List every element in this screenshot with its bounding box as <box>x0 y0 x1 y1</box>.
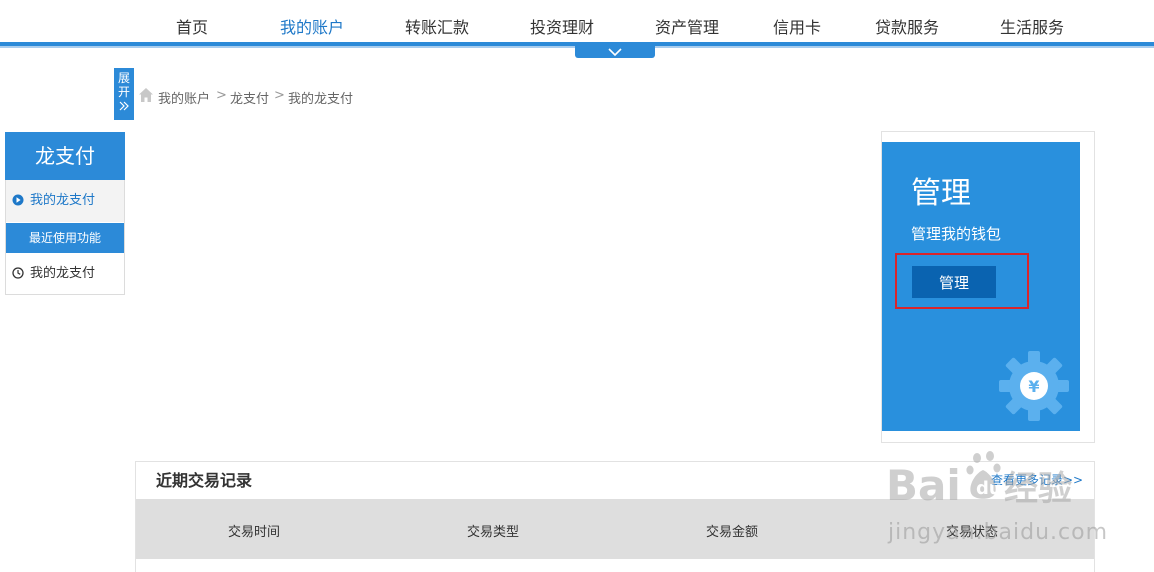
breadcrumb-my-long-pay: 我的龙支付 <box>288 92 354 107</box>
svg-text:¥: ¥ <box>1028 377 1039 396</box>
expand-label: 展开 <box>118 71 131 99</box>
breadcrumb-separator: > <box>274 88 285 103</box>
top-navigation: 首页 我的账户 转账汇款 投资理财 资产管理 信用卡 贷款服务 生活服务 <box>0 0 1154 58</box>
column-header-time: 交易时间 <box>228 525 281 540</box>
nav-item-my-account[interactable]: 我的账户 <box>280 14 344 38</box>
highlight-box <box>895 253 1029 309</box>
column-header-type: 交易类型 <box>467 525 520 540</box>
gear-yuan-icon: ¥ <box>999 351 1069 421</box>
double-chevron-right-icon <box>119 101 129 111</box>
sidebar-item-label: 我的龙支付 <box>30 266 96 281</box>
nav-item-home[interactable]: 首页 <box>176 14 208 38</box>
sidebar-section-recent: 最近使用功能 <box>6 223 124 253</box>
column-header-status: 交易状态 <box>946 525 999 540</box>
sidebar-item-my-long-pay[interactable]: 我的龙支付 <box>6 180 124 222</box>
breadcrumb-long-pay[interactable]: 龙支付 <box>230 88 269 107</box>
nav-item-asset-management[interactable]: 资产管理 <box>655 14 719 38</box>
sidebar: 龙支付 我的龙支付 最近使用功能 我的龙支付 <box>5 132 125 295</box>
nav-item-transfer[interactable]: 转账汇款 <box>405 14 469 38</box>
manage-card-subtitle: 管理我的钱包 <box>911 225 1002 243</box>
nav-item-life-service[interactable]: 生活服务 <box>1000 14 1064 38</box>
breadcrumb-separator: > <box>216 88 227 103</box>
chevron-down-icon <box>608 48 622 57</box>
manage-card-title: 管理 <box>911 176 971 211</box>
view-more-records-link[interactable]: 查看更多记录>> <box>991 471 1083 488</box>
recent-transactions-panel: 近期交易记录 查看更多记录>> 交易时间 交易类型 交易金额 交易状态 <box>135 461 1095 572</box>
nav-item-investment[interactable]: 投资理财 <box>530 14 594 38</box>
home-icon[interactable] <box>138 87 154 103</box>
nav-item-credit-card[interactable]: 信用卡 <box>773 14 821 38</box>
sidebar-item-recent-my-long-pay[interactable]: 我的龙支付 <box>6 253 124 295</box>
breadcrumb-my-account[interactable]: 我的账户 <box>158 88 210 107</box>
nav-dropdown-toggle[interactable] <box>575 46 655 58</box>
sidebar-title: 龙支付 <box>5 132 125 180</box>
expand-sidebar-tab[interactable]: 展开 <box>114 68 134 120</box>
sidebar-item-label: 我的龙支付 <box>30 193 96 208</box>
transactions-table-header: 交易时间 交易类型 交易金额 交易状态 <box>136 499 1094 559</box>
recent-transactions-title: 近期交易记录 <box>156 471 253 490</box>
nav-item-loan-service[interactable]: 贷款服务 <box>875 14 939 38</box>
clock-icon <box>12 267 24 279</box>
column-header-amount: 交易金额 <box>706 525 759 540</box>
play-circle-icon <box>12 194 24 206</box>
